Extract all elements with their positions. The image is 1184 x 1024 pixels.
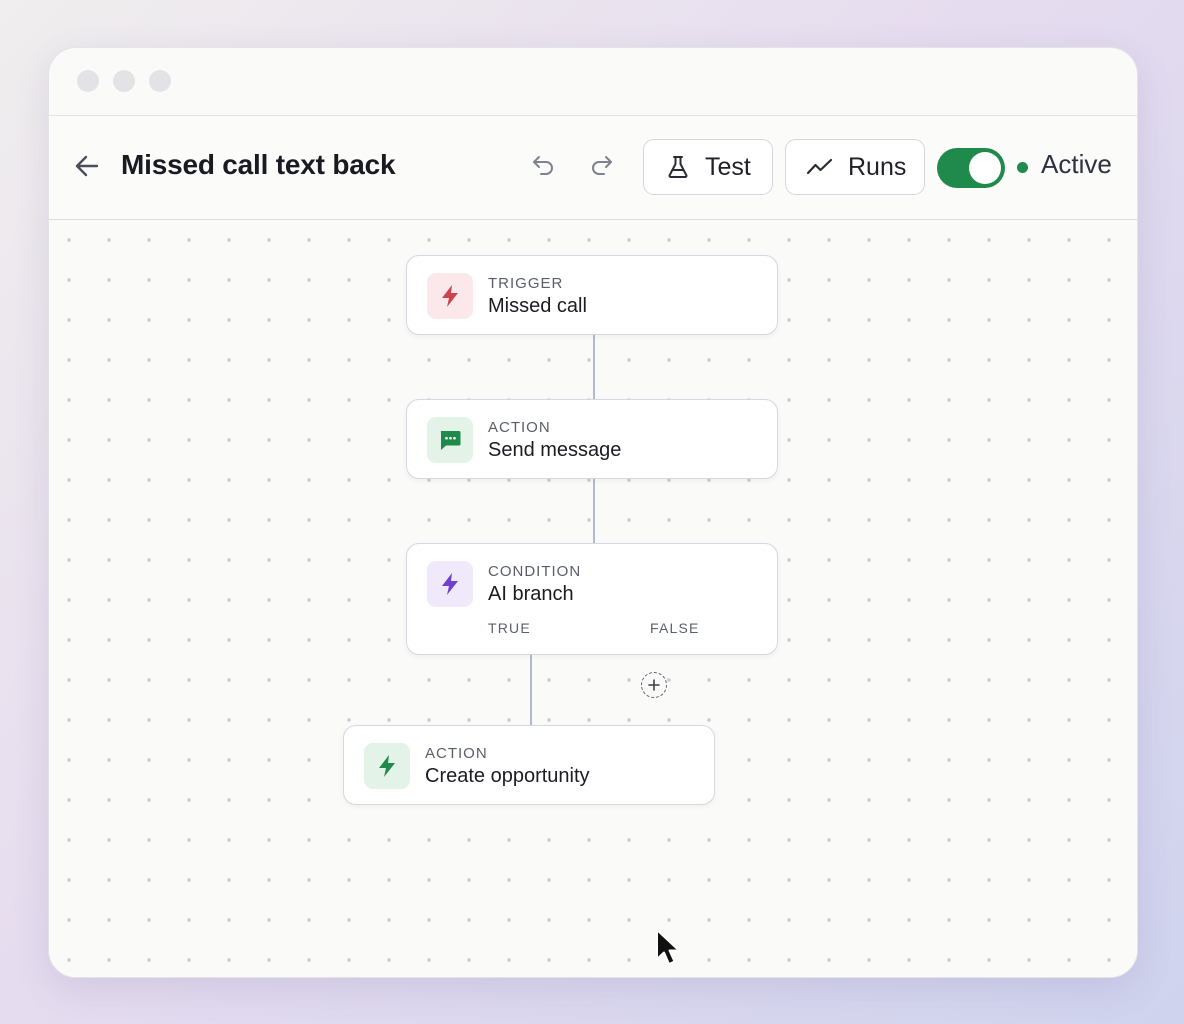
add-step-button[interactable] <box>641 672 667 698</box>
create-opportunity-node[interactable]: ACTION Create opportunity <box>343 725 715 805</box>
workflow-window: Missed call text back Test Runs Active T… <box>48 47 1138 978</box>
lightning-bolt-icon <box>364 743 410 789</box>
mouse-pointer-icon <box>655 928 683 973</box>
node-kind-label: ACTION <box>425 745 488 762</box>
chat-bubble-icon <box>427 417 473 463</box>
lightning-bolt-icon <box>427 561 473 607</box>
status-label: Active <box>1041 149 1112 179</box>
plus-icon <box>648 679 660 691</box>
window-zoom-dot[interactable] <box>149 70 171 92</box>
back-button[interactable] <box>71 150 103 182</box>
lightning-bolt-icon <box>427 273 473 319</box>
window-titlebar <box>49 48 1137 116</box>
branch-true-label[interactable]: TRUE <box>488 620 531 636</box>
branch-false-label[interactable]: FALSE <box>650 620 700 636</box>
connector-line <box>530 655 532 728</box>
node-name: AI branch <box>488 583 574 605</box>
node-name: Send message <box>488 439 622 461</box>
trigger-node[interactable]: TRIGGER Missed call <box>406 255 778 335</box>
page-title: Missed call text back <box>121 149 396 180</box>
condition-node[interactable]: CONDITION AI branch TRUE FALSE <box>406 543 778 655</box>
test-button[interactable]: Test <box>643 139 773 195</box>
flask-icon <box>668 156 688 178</box>
undo-icon <box>533 156 553 175</box>
redo-icon <box>592 156 612 175</box>
runs-button-label: Runs <box>848 152 907 181</box>
runs-button[interactable]: Runs <box>785 139 925 195</box>
trend-line-icon <box>806 158 833 175</box>
node-kind-label: TRIGGER <box>488 275 564 292</box>
workflow-toolbar: Missed call text back Test Runs Active <box>49 116 1137 220</box>
test-button-label: Test <box>705 152 751 181</box>
send-message-node[interactable]: ACTION Send message <box>406 399 778 479</box>
window-minimize-dot[interactable] <box>113 70 135 92</box>
redo-button[interactable] <box>586 150 618 182</box>
undo-button[interactable] <box>527 150 559 182</box>
connector-line <box>593 479 595 546</box>
arrow-left-icon <box>75 155 99 177</box>
toggle-knob <box>969 152 1001 184</box>
active-toggle[interactable] <box>937 148 1005 188</box>
status-dot <box>1017 162 1028 173</box>
connector-line <box>593 335 595 402</box>
window-close-dot[interactable] <box>77 70 99 92</box>
node-kind-label: ACTION <box>488 419 551 436</box>
node-name: Missed call <box>488 295 587 317</box>
workflow-canvas[interactable]: TRIGGER Missed call ACTION Send message … <box>49 220 1137 977</box>
node-name: Create opportunity <box>425 765 590 787</box>
node-kind-label: CONDITION <box>488 563 582 580</box>
